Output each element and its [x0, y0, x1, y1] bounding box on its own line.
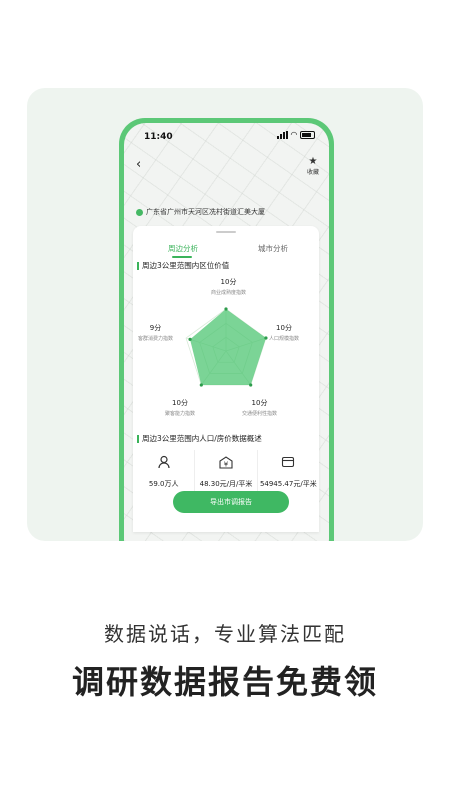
- address-text: 广东省广州市天河区冼村街道汇美大厦: [146, 208, 265, 216]
- radar-value-consumption: 9分: [149, 324, 162, 332]
- battery-icon: [300, 131, 315, 139]
- radar-name-consumption: 客群消费力指数: [138, 336, 174, 342]
- stat-rent: ¥ 48.30元/月/平米: [195, 450, 258, 492]
- radar-label-population: 10分 人口规模指数: [269, 323, 299, 342]
- headline-title: 调研数据报告免费领: [71, 663, 378, 701]
- wallet-icon: [258, 454, 319, 470]
- yuan-building-icon: ¥: [195, 454, 256, 470]
- radar-value-gathering: 10分: [172, 399, 188, 407]
- analysis-panel: 周边分析 城市分析 周边3公里范围内区位价值 10分 商业成熟度指数 10分 人…: [133, 226, 319, 532]
- headline-subtitle: 数据说话，专业算法匹配: [104, 622, 346, 646]
- radar-name-traffic: 交通便利性指数: [242, 411, 278, 417]
- radar-point: [224, 307, 228, 311]
- radar-name-population: 人口规模指数: [269, 336, 300, 342]
- radar-value-commercial: 10分: [220, 278, 237, 286]
- back-button[interactable]: ‹: [136, 157, 141, 172]
- radar-point: [188, 337, 192, 341]
- phone-screen: 11:40 ◠ ‹ ★ 收藏 广东省广州市天河区冼村街道汇美大厦 周边分析 城市…: [124, 123, 329, 541]
- phone-mockup: 11:40 ◠ ‹ ★ 收藏 广东省广州市天河区冼村街道汇美大厦 周边分析 城市…: [119, 118, 334, 541]
- wifi-icon: ◠: [290, 130, 297, 139]
- star-icon: ★: [308, 156, 318, 167]
- favorite-button[interactable]: ★ 收藏: [306, 156, 319, 177]
- radar-label-commercial: 10分 商业成熟度指数: [211, 277, 246, 296]
- location-pin-icon: [136, 208, 143, 216]
- stats-row: 59.0万人 ¥ 48.30元/月/平米 54945.47元/平米: [133, 450, 319, 492]
- svg-text:¥: ¥: [224, 461, 229, 469]
- radar-value-population: 10分: [276, 324, 292, 332]
- signal-icon: [276, 131, 288, 139]
- stat-population-value: 59.0万人: [148, 480, 179, 488]
- status-time: 11:40: [144, 132, 173, 142]
- radar-point: [199, 383, 203, 387]
- radar-label-traffic: 10分 交通便利性指数: [242, 398, 277, 417]
- section-title-population-price: 周边3公里范围内人口/房价数据概述: [137, 435, 262, 443]
- stat-house-price-value: 54945.47元/平米: [259, 480, 317, 488]
- radar-name-gathering: 聚客能力指数: [165, 411, 196, 417]
- radar-label-gathering: 10分 聚客能力指数: [165, 398, 195, 417]
- status-bar: 11:40 ◠: [124, 123, 329, 149]
- chevron-left-icon: ‹: [136, 157, 142, 172]
- address-bar: 广东省广州市天河区冼村街道汇美大厦: [136, 207, 265, 217]
- radar-name-commercial: 商业成熟度指数: [211, 290, 247, 296]
- status-icons: ◠: [276, 130, 315, 139]
- stat-population: 59.0万人: [133, 450, 196, 492]
- radar-label-consumption: 9分 客群消费力指数: [138, 323, 173, 342]
- radar-point: [264, 336, 268, 340]
- export-report-button[interactable]: 导出市调报告: [173, 491, 289, 513]
- radar-point: [249, 383, 253, 387]
- favorite-label: 收藏: [306, 169, 319, 176]
- stat-rent-value: 48.30元/月/平米: [199, 480, 253, 488]
- radar-value-traffic: 10分: [251, 399, 268, 407]
- person-icon: [133, 454, 194, 470]
- stat-house-price: 54945.47元/平米: [258, 450, 319, 492]
